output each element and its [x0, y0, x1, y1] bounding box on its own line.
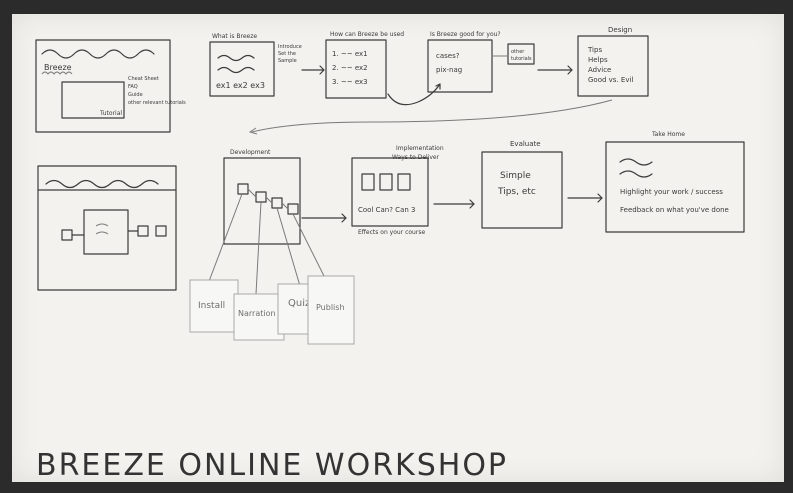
step-body: Advice	[588, 66, 611, 74]
tutorial-label: Tutorial	[99, 110, 122, 117]
step-evaluate: Evaluate Simple Tips, etc	[481, 140, 563, 229]
workshop-title: BREEZE ONLINE WORKSHOP	[36, 448, 509, 483]
card-quiz-label: Quiz	[288, 298, 310, 309]
side-note: Sample	[278, 58, 297, 64]
step-implementation: Implementation Ways to Deliver Cool Can?…	[351, 145, 444, 236]
step-header: Take Home	[651, 131, 685, 138]
step-body: 1. ~~ ex1	[332, 50, 368, 58]
step-what-is-breeze: What is Breeze ex1 ex2 ex3 Introduce Set…	[209, 33, 302, 97]
step-development: Development	[223, 149, 301, 245]
step-body: pix-nag	[436, 66, 462, 74]
step-body: Tips	[587, 46, 602, 54]
wireframe-top-left: Breeze Tutorial Cheat Sheet FAQ Guide ot…	[35, 39, 186, 133]
step-header: Implementation	[396, 145, 444, 152]
step-take-home: Take Home Highlight your work / success …	[605, 131, 745, 233]
side-note: Introduce	[278, 44, 302, 50]
note-guide: Guide	[128, 92, 143, 98]
step-body: Cool Can? Can 3	[358, 206, 415, 214]
card-narration-label: Narration	[238, 309, 276, 318]
step-header: What is Breeze	[212, 33, 257, 40]
aside-note: tutorials	[511, 56, 532, 62]
step-body: Simple	[500, 171, 531, 181]
note-other: other relevant tutorials	[128, 100, 186, 106]
breeze-label: Breeze	[44, 63, 72, 72]
note-cheat-sheet: Cheat Sheet	[128, 76, 159, 82]
step-design: Design Tips Helps Advice Good vs. Evil	[577, 26, 649, 97]
storyboard-sketch: Breeze Tutorial Cheat Sheet FAQ Guide ot…	[35, 26, 745, 345]
step-body: 2. ~~ ex2	[332, 64, 368, 72]
step-body: cases?	[436, 52, 460, 60]
step-questions: Is Breeze good for you? cases? pix-nag o…	[427, 31, 535, 93]
step-header: Design	[608, 26, 632, 34]
side-note: Set the	[278, 51, 296, 57]
return-arrow	[251, 99, 613, 133]
step-how-used: How can Breeze be used 1. ~~ ex1 2. ~~ e…	[325, 31, 404, 99]
step-body: Tips, etc	[497, 187, 536, 197]
arrow	[387, 83, 441, 106]
step-header: How can Breeze be used	[330, 31, 404, 38]
whiteboard: Breeze Tutorial Cheat Sheet FAQ Guide ot…	[12, 14, 784, 483]
step-body: ex1 ex2 ex3	[216, 81, 265, 90]
step-body: Good vs. Evil	[588, 76, 633, 84]
step-body: Helps	[588, 56, 608, 64]
step-header: Evaluate	[510, 140, 541, 148]
step-header: Is Breeze good for you?	[430, 31, 501, 38]
wireframe-bottom-left	[37, 165, 177, 291]
aside-note: other	[511, 49, 525, 55]
card-install-label: Install	[198, 301, 225, 311]
step-header: Development	[230, 149, 271, 156]
photo-stage: Breeze Tutorial Cheat Sheet FAQ Guide ot…	[0, 0, 793, 493]
step-body: 3. ~~ ex3	[332, 78, 368, 86]
development-cards: Install Narration Quiz Publish	[189, 193, 355, 345]
step-body: Highlight your work / success	[620, 188, 723, 196]
step-body: Feedback on what you've done	[620, 206, 729, 214]
note-faq: FAQ	[128, 84, 138, 90]
card-publish-label: Publish	[316, 303, 345, 312]
step-footer: Effects on your course	[358, 229, 425, 236]
